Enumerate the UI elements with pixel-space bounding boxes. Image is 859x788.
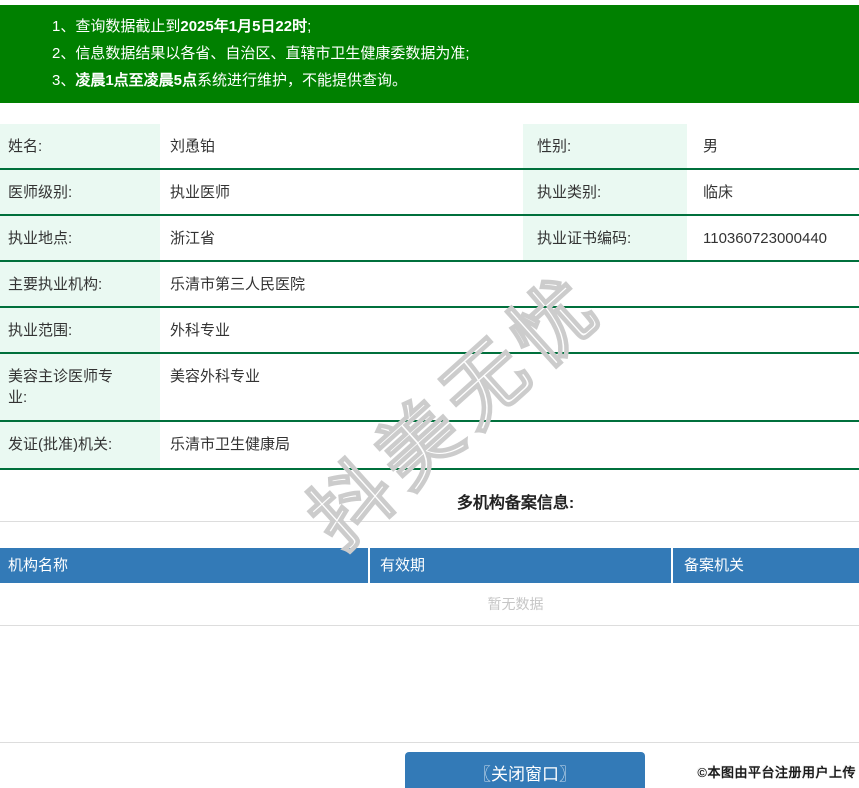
field-value-certificate-number: 110360723000440 [703, 230, 828, 247]
label-text: 主要执业机构: [8, 276, 103, 293]
field-value-main-institution: 乐清市第三人民医院 [170, 276, 306, 293]
field-label-practice-category: 执业类别: [523, 170, 687, 214]
notice-text: 信息数据结果以各省、自治区、直辖市卫生健康委数据为准; [75, 45, 470, 62]
label-text: 美容主诊医师专业: [8, 368, 114, 406]
notice-text: 系统进行维护，不能提供查询。 [197, 72, 408, 89]
label-text: 医师级别: [8, 184, 73, 201]
field-label-issuing-authority: 发证(批准)机关: [0, 422, 160, 468]
notice-line-3: 3、凌晨1点至凌晨5点系统进行维护，不能提供查询。 [52, 67, 849, 94]
notice-line-number: 1、 [52, 18, 76, 35]
field-label-name: 姓名: [0, 124, 160, 168]
notice-line-number: 2、 [52, 45, 76, 62]
notice-line-1: 1、查询数据截止到2025年1月5日22时; [52, 13, 849, 40]
divider [0, 521, 859, 522]
label-text: 发证(批准)机关: [8, 436, 113, 453]
table-row: 执业地点: 浙江省 执业证书编码: 110360723000440 [0, 216, 859, 262]
field-value-cosmetic-specialty: 美容外科专业 [170, 368, 261, 385]
field-value-name: 刘恿铂 [170, 138, 216, 155]
table-row: 主要执业机构: 乐清市第三人民医院 [0, 262, 859, 308]
field-label-gender: 性别: [523, 124, 687, 168]
table-row: 医师级别: 执业医师 执业类别: 临床 [0, 170, 859, 216]
column-header-filing-authority: 备案机关 [684, 557, 745, 574]
filing-table-header: 机构名称 有效期 备案机关 [0, 548, 859, 583]
copyright-watermark-text: ©本图由平台注册用户上传 [697, 765, 856, 780]
field-label-practice-scope: 执业范围: [0, 308, 160, 352]
notice-text-bold: 2025年1月5日22时 [180, 18, 308, 35]
field-label-doctor-level: 医师级别: [0, 170, 160, 214]
notice-text: 查询数据截止到 [75, 18, 181, 35]
column-header-institution-name: 机构名称 [0, 548, 370, 583]
query-result-page: 1、查询数据截止到2025年1月5日22时; 2、信息数据结果以各省、自治区、直… [0, 0, 859, 788]
empty-data-message: 暂无数据 [487, 596, 544, 612]
field-value-issuing-authority: 乐清市卫生健康局 [170, 436, 291, 453]
field-value-practice-location: 浙江省 [170, 230, 216, 247]
label-text: 性别: [537, 138, 572, 155]
table-row: 美容主诊医师专业: 美容外科专业 [0, 354, 859, 422]
field-value-practice-scope: 外科专业 [170, 322, 231, 339]
table-row: 执业范围: 外科专业 [0, 308, 859, 354]
notice-line-2: 2、信息数据结果以各省、自治区、直辖市卫生健康委数据为准; [52, 40, 849, 67]
field-value-practice-category: 临床 [703, 184, 734, 201]
footer: 〖关闭窗口〗 ©本图由平台注册用户上传 [0, 752, 859, 788]
doctor-profile-table: 姓名: 刘恿铂 性别: 男 医师级别: 执业医师 执业类别: 临床 执业地点: … [0, 124, 859, 470]
label-text: 姓名: [8, 138, 43, 155]
field-label-main-institution: 主要执业机构: [0, 262, 160, 306]
field-label-certificate-number: 执业证书编码: [523, 216, 687, 260]
notice-line-number: 3、 [52, 72, 76, 89]
field-label-cosmetic-specialty: 美容主诊医师专业: [0, 354, 160, 420]
field-label-practice-location: 执业地点: [0, 216, 160, 260]
close-window-button[interactable]: 〖关闭窗口〗 [405, 752, 645, 788]
label-text: 执业证书编码: [537, 230, 632, 247]
field-value-gender: 男 [703, 138, 719, 155]
divider [0, 742, 859, 743]
section-title-multi-institution: 多机构备案信息: [456, 495, 575, 512]
table-row: 发证(批准)机关: 乐清市卫生健康局 [0, 422, 859, 470]
label-text: 执业类别: [537, 184, 602, 201]
label-text: 执业范围: [8, 322, 73, 339]
notice-panel: 1、查询数据截止到2025年1月5日22时; 2、信息数据结果以各省、自治区、直… [0, 5, 859, 103]
label-text: 执业地点: [8, 230, 73, 247]
notice-text-bold: 凌晨1点至凌晨5点 [75, 72, 198, 89]
notice-text: ; [307, 18, 312, 35]
column-header-validity-period: 有效期 [370, 548, 673, 583]
table-row: 姓名: 刘恿铂 性别: 男 [0, 124, 859, 170]
field-value-doctor-level: 执业医师 [170, 184, 231, 201]
